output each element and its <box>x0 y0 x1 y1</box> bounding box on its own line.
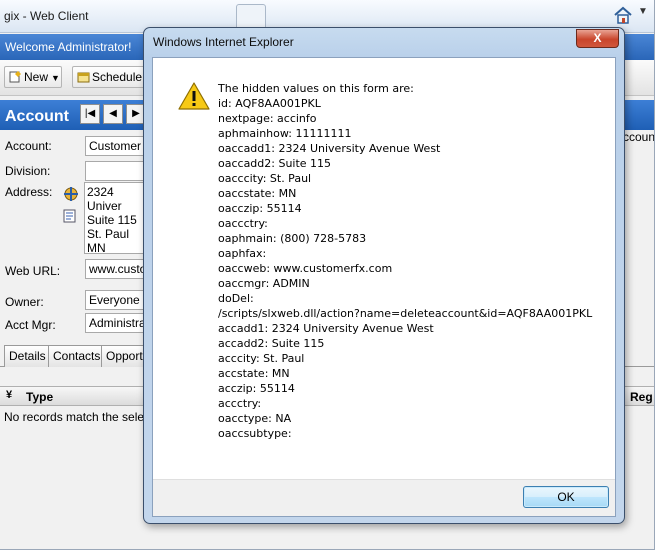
map-icon[interactable] <box>63 186 79 202</box>
browser-title: gix - Web Client <box>4 9 89 23</box>
message-line: /scripts/slxweb.dll/action?name=deleteac… <box>218 307 593 320</box>
address-label: Address: <box>5 185 53 199</box>
message-line: oacczip: 55114 <box>218 202 302 215</box>
message-line: acczip: 55114 <box>218 382 295 395</box>
schedule-icon <box>77 72 90 83</box>
account-title: Account <box>5 108 69 125</box>
reg-column-header[interactable]: Reg <box>630 390 653 404</box>
home-dropdown-icon[interactable]: ▼ <box>638 6 648 17</box>
message-line: oaccctry: <box>218 217 268 230</box>
message-line: accstate: MN <box>218 367 290 380</box>
message-line: oaphfax: <box>218 247 267 260</box>
message-line: oaccstate: MN <box>218 187 297 200</box>
close-button[interactable]: X <box>576 29 619 48</box>
message-line: oacccity: St. Paul <box>218 172 312 185</box>
message-line: id: AQF8AA001PKL <box>218 97 321 110</box>
account-label: Account: <box>5 139 52 153</box>
acct-mgr-label: Acct Mgr: <box>5 318 56 332</box>
message-line: oaccadd2: Suite 115 <box>218 157 332 170</box>
message-line: aphmainhow: 11111111 <box>218 127 352 140</box>
new-dropdown-icon: ▼ <box>51 73 60 83</box>
tab-details[interactable]: Details <box>4 345 51 367</box>
web-url-label: Web URL: <box>5 264 61 278</box>
message-line: oaccadd1: 2324 University Avenue West <box>218 142 441 155</box>
warning-icon <box>178 82 210 110</box>
schedule-button[interactable]: Schedule▼ <box>72 66 154 88</box>
message-line: The hidden values on this form are: <box>218 82 414 95</box>
address-line-3: St. Paul MN <box>87 227 130 254</box>
close-icon: X <box>593 31 602 45</box>
ok-button[interactable]: OK <box>523 486 609 508</box>
edit-address-icon[interactable] <box>63 208 79 224</box>
dialog-title: Windows Internet Explorer <box>153 35 294 49</box>
toolbar-right-fragment: ccoun <box>623 130 655 144</box>
message-line: accadd2: Suite 115 <box>218 337 325 350</box>
message-line: nextpage: accinfo <box>218 112 317 125</box>
address-line-1: 2324 Univer <box>87 185 122 213</box>
tab-contacts[interactable]: Contacts <box>48 345 106 367</box>
division-label: Division: <box>5 164 51 178</box>
message-line: accadd1: 2324 University Avenue West <box>218 322 434 335</box>
message-line: oaccsubtype: <box>218 427 292 440</box>
message-line: oaccweb: www.customerfx.com <box>218 262 393 275</box>
message-line: acccity: St. Paul <box>218 352 305 365</box>
message-line: oaphmain: (800) 728-5783 <box>218 232 367 245</box>
dialog-body: The hidden values on this form are: id: … <box>152 57 616 517</box>
new-label: New <box>24 70 49 84</box>
previous-record-button[interactable]: ◀ <box>103 104 123 124</box>
message-text: The hidden values on this form are: id: … <box>218 81 608 441</box>
first-record-button[interactable]: |◀ <box>80 104 100 124</box>
new-icon <box>9 71 21 83</box>
schedule-label: Schedule <box>92 70 143 84</box>
alert-dialog: Windows Internet Explorer X The hidden v… <box>143 27 625 524</box>
new-button[interactable]: New ▼ <box>4 66 62 88</box>
dialog-footer: OK <box>153 479 615 516</box>
message-line: oacctype: NA <box>218 412 292 425</box>
type-column-header[interactable]: Type <box>26 390 53 404</box>
message-line: oaccmgr: ADMIN <box>218 277 310 290</box>
home-icon[interactable] <box>613 5 633 25</box>
owner-label: Owner: <box>5 295 44 309</box>
message-line: doDel: <box>218 292 254 305</box>
collapse-chevron-icon[interactable]: ¥ <box>6 389 12 401</box>
message-line: accctry: <box>218 397 262 410</box>
welcome-text: Welcome Administrator! <box>5 40 132 54</box>
address-line-2: Suite 115 <box>87 213 137 227</box>
